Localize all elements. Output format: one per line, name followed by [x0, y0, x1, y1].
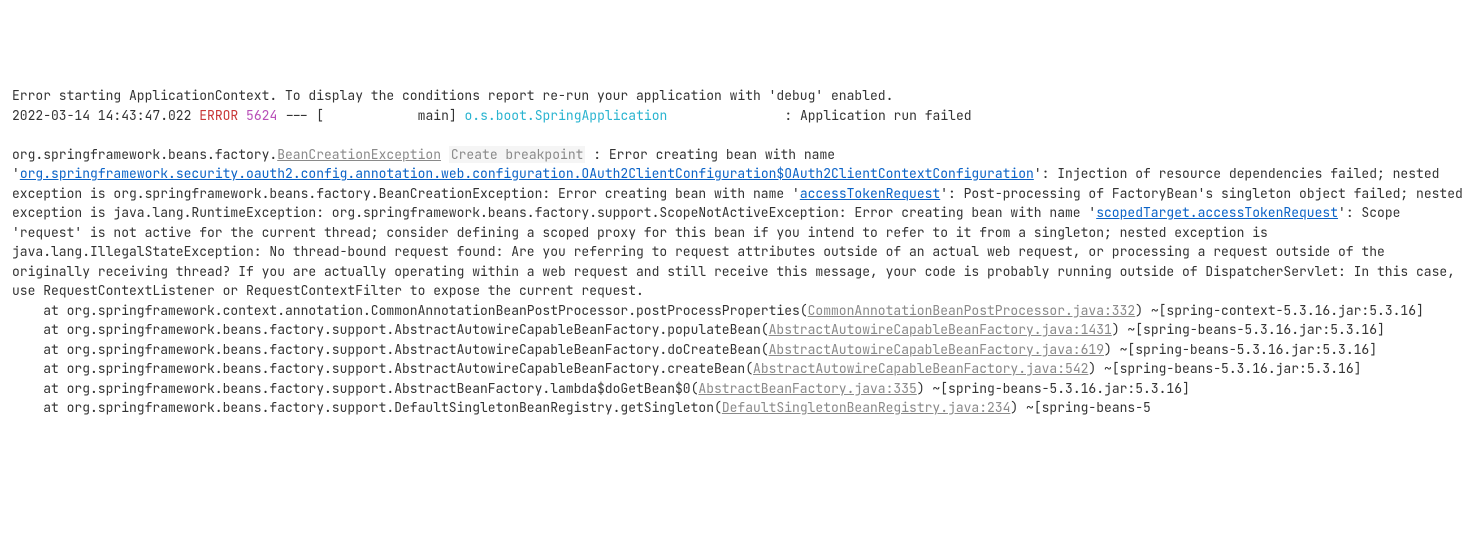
exception-prefix: org.springframework.beans.factory.: [12, 146, 277, 163]
log-level: ERROR: [199, 107, 238, 124]
stack-frame: at org.springframework.beans.factory.sup…: [12, 380, 1190, 397]
exception-class-link[interactable]: BeanCreationException: [277, 146, 441, 163]
stack-file-link[interactable]: AbstractAutowireCapableBeanFactory.java:…: [769, 321, 1112, 338]
log-header-line1: Error starting ApplicationContext. To di…: [12, 86, 1465, 106]
stack-file-link[interactable]: AbstractAutowireCapableBeanFactory.java:…: [769, 341, 1104, 358]
stack-at: at org.springframework.beans.factory.sup…: [12, 341, 769, 358]
stack-at: at org.springframework.context.annotatio…: [12, 302, 808, 319]
stack-file-link[interactable]: AbstractBeanFactory.java:335: [698, 380, 916, 397]
create-breakpoint-action[interactable]: Create breakpoint: [449, 146, 586, 163]
stack-at: at org.springframework.beans.factory.sup…: [12, 360, 753, 377]
log-logger-pad: [667, 107, 784, 124]
stack-file-link[interactable]: DefaultSingletonBeanRegistry.java:234: [722, 399, 1011, 416]
stack-tail: ) ~[spring-beans-5: [1010, 399, 1150, 416]
log-msg-colon: :: [784, 107, 800, 124]
stack-file-link[interactable]: CommonAnnotationBeanPostProcessor.java:3…: [808, 302, 1136, 319]
stack-frame: at org.springframework.beans.factory.sup…: [12, 399, 1151, 416]
stack-at: at org.springframework.beans.factory.sup…: [12, 321, 769, 338]
stack-tail: ) ~[spring-beans-5.3.16.jar:5.3.16]: [1104, 341, 1377, 358]
log-pid: 5624: [246, 107, 277, 124]
stack-tail: ) ~[spring-beans-5.3.16.jar:5.3.16]: [1112, 321, 1385, 338]
stack-frame: at org.springframework.beans.factory.sup…: [12, 321, 1385, 338]
stack-frame: at org.springframework.beans.factory.sup…: [12, 360, 1361, 377]
scoped-target-link[interactable]: scopedTarget.accessTokenRequest: [1096, 204, 1338, 221]
stack-file-link[interactable]: AbstractAutowireCapableBeanFactory.java:…: [753, 360, 1088, 377]
stack-at: at org.springframework.beans.factory.sup…: [12, 399, 722, 416]
stack-tail: ) ~[spring-context-5.3.16.jar:5.3.16]: [1135, 302, 1424, 319]
log-message: Application run failed: [800, 107, 972, 124]
stack-tail: ) ~[spring-beans-5.3.16.jar:5.3.16]: [1088, 360, 1361, 377]
stack-at: at org.springframework.beans.factory.sup…: [12, 380, 698, 397]
stack-frame: at org.springframework.context.annotatio…: [12, 302, 1424, 319]
log-logger[interactable]: o.s.boot.SpringApplication: [465, 107, 668, 124]
log-timestamp: 2022-03-14 14:43:47.022: [12, 107, 191, 124]
stack-tail: ) ~[spring-beans-5.3.16.jar:5.3.16]: [917, 380, 1190, 397]
stack-frame: at org.springframework.beans.factory.sup…: [12, 341, 1377, 358]
bean-config-link[interactable]: org.springframework.security.oauth2.conf…: [20, 165, 1034, 182]
log-thread: [ main]: [316, 107, 456, 124]
access-token-request-link[interactable]: accessTokenRequest: [800, 185, 940, 202]
log-dashes: ---: [285, 107, 308, 124]
